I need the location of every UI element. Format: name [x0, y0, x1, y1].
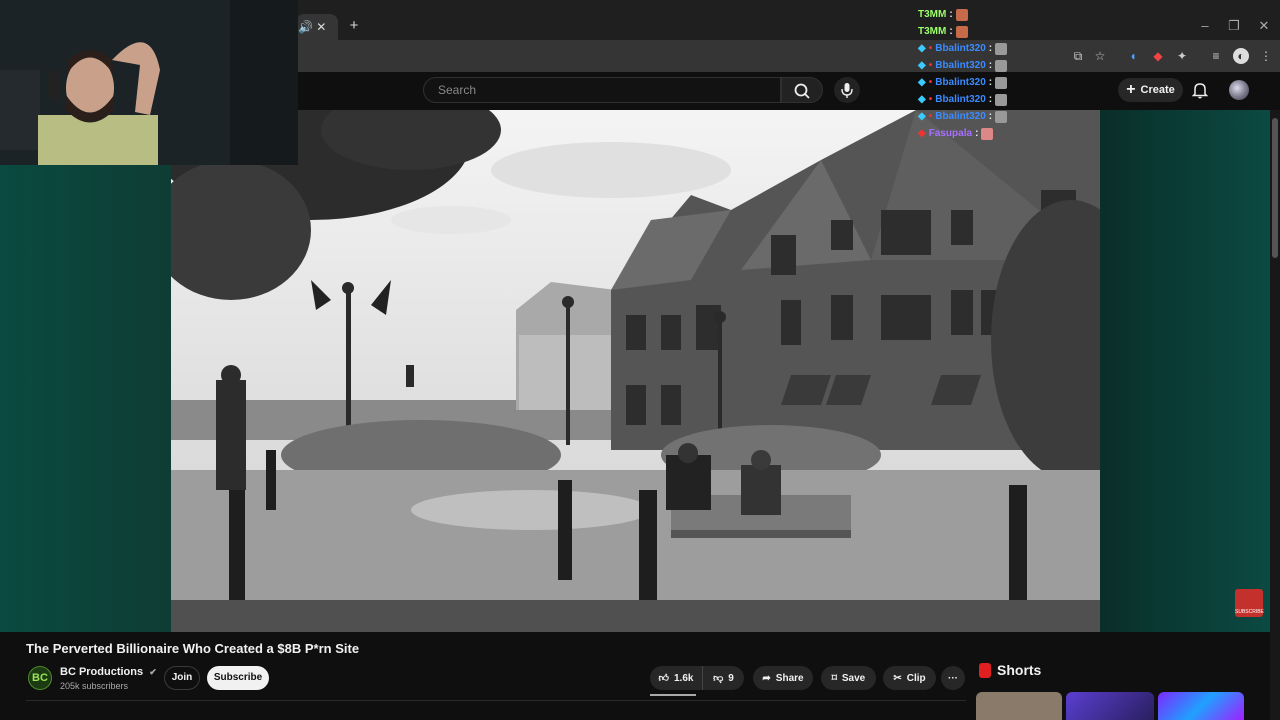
install-app-icon[interactable]: ⧉ [1070, 48, 1086, 64]
dislike-button[interactable]: 👎︎ 9 [702, 666, 744, 690]
channel-avatar[interactable]: BC [28, 666, 52, 690]
badge-icon: ◆ [918, 128, 926, 139]
webcam-overlay [0, 0, 298, 165]
chat-message: ◆ • Bbalint320 : [918, 40, 1008, 57]
scissors-icon: ✂ [893, 672, 902, 684]
chat-message: ◆ Fasupala : [918, 125, 1007, 142]
channel-name[interactable]: BC Productions ✔ [60, 666, 157, 678]
more-actions-button[interactable]: ··· [941, 666, 965, 690]
chat-username: Bbalint320 [935, 60, 986, 71]
chat-message: ◆ • Bbalint320 : [918, 108, 1008, 125]
emote-icon [995, 110, 1008, 123]
emote-icon [995, 42, 1008, 55]
badge-icon: ◆ [918, 111, 926, 122]
clip-button[interactable]: ✂ Clip [883, 666, 936, 690]
badge-icon: • [928, 111, 933, 122]
divider [26, 700, 966, 701]
chat-username: T3MM [918, 9, 947, 20]
video-scene-image [171, 110, 1100, 632]
chat-message: ◆ • Bbalint320 : [918, 91, 1008, 108]
emote-icon [995, 93, 1008, 106]
badge-icon: ◆ [918, 43, 926, 54]
badge-icon: ◆ [918, 94, 926, 105]
tab-audio-and-close-icons[interactable]: 🔊 ✕ [298, 20, 326, 34]
badge-icon: • [928, 77, 933, 88]
browser-tab[interactable]: 🔊 ✕ [296, 14, 338, 40]
chat-username: Bbalint320 [935, 94, 986, 105]
subscriber-count: 205k subscribers [60, 681, 129, 691]
chat-message: T3MM : [918, 23, 1007, 40]
chat-overlay: T3MM : T3MM : ◆ • Bbalint320 : ◆ • Bbalint… [918, 6, 1008, 142]
badge-icon: • [928, 43, 933, 54]
create-button[interactable]: + Create [1118, 78, 1183, 102]
emote-icon [955, 25, 968, 38]
close-window-button[interactable]: ✕ [1254, 18, 1274, 34]
share-icon: ➦ [762, 672, 771, 684]
verified-icon: ✔ [149, 667, 157, 677]
browser-menu-icon[interactable]: ⋮ [1258, 48, 1274, 64]
like-button[interactable]: 👍︎ 1.6k [650, 666, 702, 690]
plus-icon: + [1126, 81, 1136, 98]
chat-message: ◆ • Bbalint320 : [918, 74, 1008, 91]
emote-icon [981, 127, 994, 140]
like-ratio-bar [650, 694, 696, 696]
badge-icon: ◆ [918, 60, 926, 71]
search-button[interactable] [781, 77, 823, 103]
dislike-count: 9 [728, 672, 734, 684]
like-count: 1.6k [673, 672, 694, 684]
join-button[interactable]: Join [164, 666, 200, 690]
search-icon [794, 83, 810, 99]
short-thumbnail[interactable] [1158, 692, 1244, 720]
extensions-puzzle-icon[interactable]: ✦ [1174, 48, 1190, 64]
chat-message: ◆ • Bbalint320 : [918, 57, 1008, 74]
thumbs-up-icon: 👍︎ [658, 673, 669, 684]
voice-search-button[interactable] [834, 77, 860, 103]
emote-icon [995, 59, 1008, 72]
extension-icon[interactable]: ◆ [1150, 48, 1166, 64]
audio-extension-icon[interactable]: ◖ [1125, 48, 1141, 64]
shorts-icon [979, 663, 991, 678]
profile-icon[interactable]: ◐ [1233, 48, 1249, 64]
shorts-heading: Shorts [997, 662, 1042, 678]
emote-icon [955, 8, 968, 21]
chat-username: Bbalint320 [935, 43, 986, 54]
minimize-button[interactable]: – [1195, 18, 1215, 33]
chat-username: Bbalint320 [935, 111, 986, 122]
share-button[interactable]: ➦ Share [753, 666, 813, 690]
bell-icon [1191, 83, 1209, 99]
bookmark-icon: ⌑ [831, 672, 837, 684]
subscribe-watermark[interactable]: SUBSCRIBE [1235, 589, 1264, 617]
create-label: Create [1140, 84, 1175, 96]
short-thumbnail[interactable] [1066, 692, 1154, 720]
chat-username: Bbalint320 [935, 77, 986, 88]
chat-username: T3MM [918, 26, 947, 37]
microphone-icon [841, 83, 853, 98]
streamer-webcam-image [0, 0, 298, 165]
badge-icon: ◆ [918, 77, 926, 88]
bookmark-star-icon[interactable]: ☆ [1092, 48, 1108, 64]
video-title: The Perverted Billionaire Who Created a … [26, 641, 360, 656]
short-thumbnail[interactable] [976, 692, 1062, 720]
video-frame[interactable] [171, 110, 1100, 632]
restore-button[interactable]: ❐ [1224, 18, 1244, 34]
emote-icon [995, 76, 1008, 89]
account-avatar[interactable] [1229, 80, 1249, 100]
notifications-button[interactable] [1190, 80, 1210, 100]
thumbs-down-icon: 👎︎ [713, 673, 724, 684]
new-tab-button[interactable]: + [346, 18, 362, 34]
media-control-icon[interactable]: ≡ [1208, 48, 1224, 64]
chat-message: T3MM : [918, 6, 1007, 23]
badge-icon: • [928, 94, 933, 105]
search-input[interactable]: Search [423, 77, 781, 103]
scrollbar-thumb[interactable] [1272, 118, 1278, 258]
save-button[interactable]: ⌑ Save [821, 666, 876, 690]
badge-icon: • [928, 60, 933, 71]
subscribe-button[interactable]: Subscribe [207, 666, 269, 690]
chat-username: Fasupala [928, 128, 973, 139]
